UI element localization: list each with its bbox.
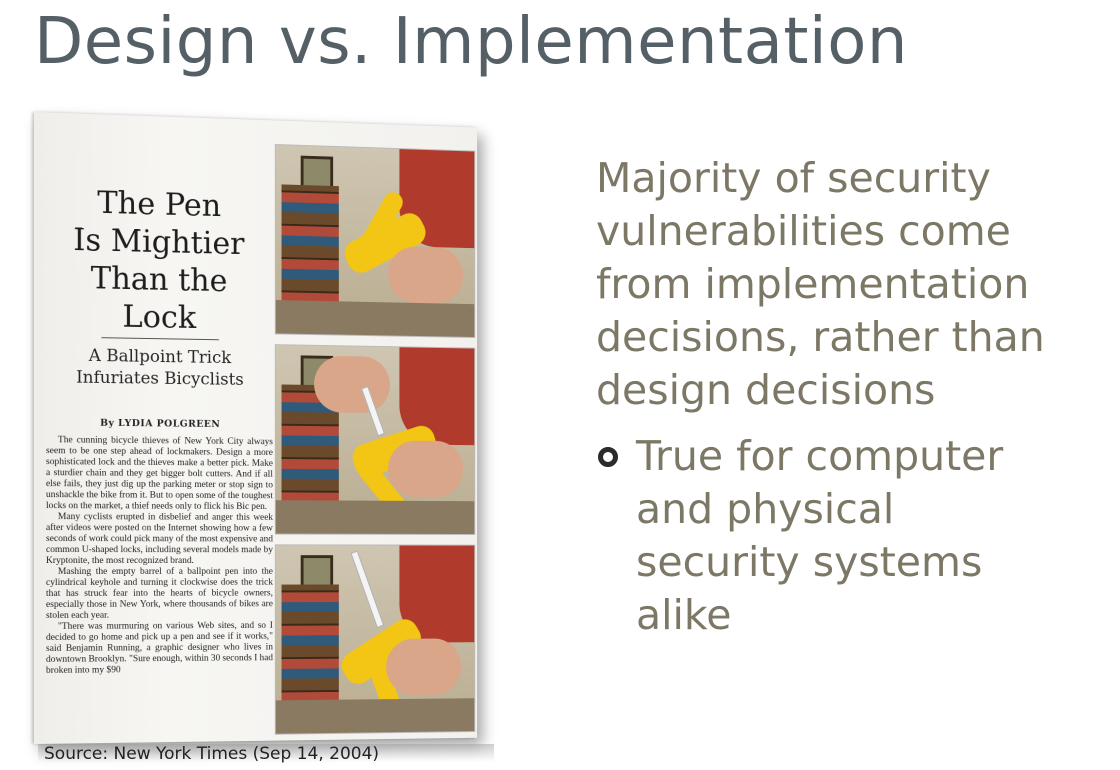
newspaper-clipping: The Pen Is Mightier Than the Lock A Ball… — [34, 112, 496, 752]
sub-bullet-text: True for computer and physical security … — [636, 430, 1056, 642]
article-paragraph: Mashing the empty barrel of a ballpoint … — [46, 566, 273, 621]
main-point-text: Majority of security vulnerabilities com… — [596, 152, 1096, 417]
photo-sequence — [275, 144, 474, 733]
headline-line: Is Mightier — [50, 220, 267, 263]
article-paragraph: The cunning bicycle thieves of New York … — [46, 434, 273, 512]
article-byline: By LYDIA POLGREEN — [54, 417, 265, 430]
headline-line: Than the Lock — [50, 258, 267, 338]
article-subhead: A Ballpoint Trick Infuriates Bicyclists — [54, 344, 265, 391]
headline-line: The Pen — [50, 182, 267, 226]
headline-divider — [101, 337, 218, 340]
subhead-line: Infuriates Bicyclists — [54, 366, 265, 391]
article-text-column: The Pen Is Mightier Than the Lock A Ball… — [42, 112, 273, 744]
newspaper-page: The Pen Is Mightier Than the Lock A Ball… — [34, 112, 477, 744]
source-caption: Source: New York Times (Sep 14, 2004) — [44, 744, 444, 764]
photo-lock-1 — [275, 144, 475, 338]
article-paragraph: Many cyclists erupted in disbelief and a… — [46, 511, 273, 566]
article-headline: The Pen Is Mightier Than the Lock — [50, 182, 267, 338]
subhead-line: A Ballpoint Trick — [54, 344, 265, 369]
bullet-ring-icon — [598, 447, 618, 467]
article-paragraph: "There was murmuring on various Web site… — [46, 620, 273, 676]
article-body: The cunning bicycle thieves of New York … — [46, 434, 273, 676]
slide-title: Design vs. Implementation — [34, 2, 908, 82]
photo-lock-3 — [275, 544, 475, 734]
photo-lock-2 — [275, 344, 475, 535]
